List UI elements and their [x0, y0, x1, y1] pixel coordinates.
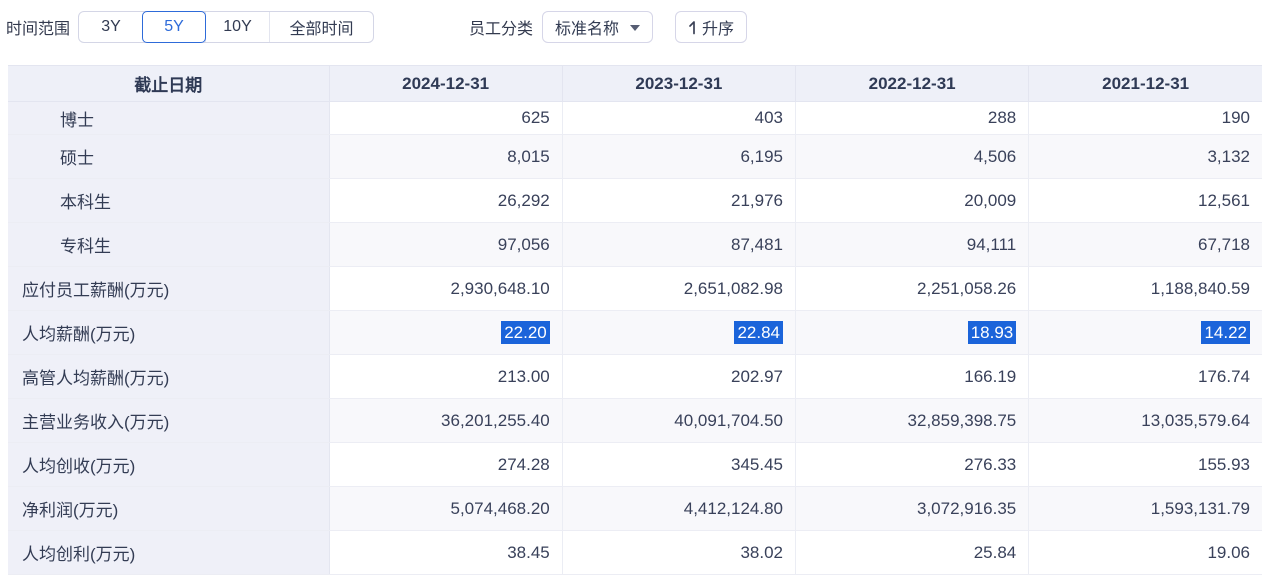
row-label: 应付员工薪酬(万元) [8, 267, 329, 311]
table-row[interactable]: 人均创利(万元)38.4538.0225.8419.06 [8, 531, 1262, 575]
employee-data-table: 截止日期 2024-12-31 2023-12-31 2022-12-31 20… [8, 65, 1262, 575]
cell-value: 288 [796, 102, 1029, 135]
cell-value: 2,251,058.26 [796, 267, 1029, 311]
time-range-5y-button[interactable]: 5Y [142, 11, 206, 43]
cell-value: 8,015 [329, 135, 562, 179]
sort-ascending-label: 升序 [702, 15, 734, 39]
highlighted-value: 22.20 [501, 321, 550, 344]
time-range-3y-button[interactable]: 3Y [79, 12, 143, 42]
cell-value: 22.20 [329, 311, 562, 355]
cell-value: 87,481 [562, 223, 795, 267]
table-header-row: 截止日期 2024-12-31 2023-12-31 2022-12-31 20… [8, 66, 1262, 102]
highlighted-value: 22.84 [734, 321, 783, 344]
table-body: 博士625403288190硕士8,0156,1954,5063,132本科生2… [8, 102, 1262, 575]
cell-value: 4,506 [796, 135, 1029, 179]
time-range-all-button[interactable]: 全部时间 [269, 12, 373, 42]
cell-value: 40,091,704.50 [562, 399, 795, 443]
time-range-segmented-control: 3Y 5Y 10Y 全部时间 [78, 11, 374, 43]
cell-value: 190 [1029, 102, 1262, 135]
cell-value: 36,201,255.40 [329, 399, 562, 443]
column-header-2024[interactable]: 2024-12-31 [329, 66, 562, 102]
table-row[interactable]: 人均薪酬(万元) 22.20 22.84 18.93 14.22 [8, 311, 1262, 355]
table-row[interactable]: 净利润(万元)5,074,468.204,412,124.803,072,916… [8, 487, 1262, 531]
table-row[interactable]: 博士625403288190 [8, 102, 1262, 135]
column-header-end-date[interactable]: 截止日期 [8, 66, 329, 102]
row-label: 主营业务收入(万元) [8, 399, 329, 443]
table-row[interactable]: 专科生97,05687,48194,11167,718 [8, 223, 1262, 267]
cell-value: 94,111 [796, 223, 1029, 267]
cell-value: 67,718 [1029, 223, 1262, 267]
cell-value: 403 [562, 102, 795, 135]
row-label: 专科生 [8, 223, 329, 267]
table-row[interactable]: 本科生26,29221,97620,00912,561 [8, 179, 1262, 223]
cell-value: 276.33 [796, 443, 1029, 487]
table-row[interactable]: 硕士8,0156,1954,5063,132 [8, 135, 1262, 179]
cell-value: 166.19 [796, 355, 1029, 399]
cell-value: 4,412,124.80 [562, 487, 795, 531]
cell-value: 6,195 [562, 135, 795, 179]
row-label: 本科生 [8, 179, 329, 223]
cell-value: 13,035,579.64 [1029, 399, 1262, 443]
time-range-label: 时间范围 [6, 15, 70, 39]
cell-value: 2,651,082.98 [562, 267, 795, 311]
row-label: 硕士 [8, 135, 329, 179]
table-row[interactable]: 高管人均薪酬(万元)213.00202.97166.19176.74 [8, 355, 1262, 399]
cell-value: 22.84 [562, 311, 795, 355]
employee-classification-label: 员工分类 [469, 15, 533, 39]
cell-value: 1,188,840.59 [1029, 267, 1262, 311]
row-label: 博士 [8, 102, 329, 135]
classification-dropdown[interactable]: 标准名称 [542, 11, 653, 43]
cell-value: 32,859,398.75 [796, 399, 1029, 443]
table-row[interactable]: 主营业务收入(万元)36,201,255.4040,091,704.5032,8… [8, 399, 1262, 443]
chevron-down-icon [630, 25, 640, 31]
cell-value: 97,056 [329, 223, 562, 267]
cell-value: 21,976 [562, 179, 795, 223]
cell-value: 176.74 [1029, 355, 1262, 399]
row-label: 净利润(万元) [8, 487, 329, 531]
classification-dropdown-value: 标准名称 [555, 15, 619, 39]
cell-value: 274.28 [329, 443, 562, 487]
table-row[interactable]: 应付员工薪酬(万元)2,930,648.102,651,082.982,251,… [8, 267, 1262, 311]
column-header-2022[interactable]: 2022-12-31 [796, 66, 1029, 102]
sort-ascending-button[interactable]: 升序 [675, 11, 747, 43]
row-label: 人均创利(万元) [8, 531, 329, 575]
row-label: 人均薪酬(万元) [8, 311, 329, 355]
cell-value: 20,009 [796, 179, 1029, 223]
cell-value: 625 [329, 102, 562, 135]
toolbar: 时间范围 3Y 5Y 10Y 全部时间 员工分类 标准名称 升序 [0, 0, 1269, 44]
column-header-2021[interactable]: 2021-12-31 [1029, 66, 1262, 102]
column-header-2023[interactable]: 2023-12-31 [562, 66, 795, 102]
cell-value: 18.93 [796, 311, 1029, 355]
employee-data-table-container: 截止日期 2024-12-31 2023-12-31 2022-12-31 20… [8, 65, 1262, 575]
cell-value: 38.45 [329, 531, 562, 575]
time-range-10y-button[interactable]: 10Y [205, 12, 269, 42]
cell-value: 2,930,648.10 [329, 267, 562, 311]
cell-value: 12,561 [1029, 179, 1262, 223]
highlighted-value: 14.22 [1201, 321, 1250, 344]
cell-value: 19.06 [1029, 531, 1262, 575]
row-label: 人均创收(万元) [8, 443, 329, 487]
cell-value: 14.22 [1029, 311, 1262, 355]
row-label: 高管人均薪酬(万元) [8, 355, 329, 399]
cell-value: 213.00 [329, 355, 562, 399]
cell-value: 202.97 [562, 355, 795, 399]
cell-value: 1,593,131.79 [1029, 487, 1262, 531]
cell-value: 26,292 [329, 179, 562, 223]
cell-value: 5,074,468.20 [329, 487, 562, 531]
highlighted-value: 18.93 [968, 321, 1017, 344]
cell-value: 345.45 [562, 443, 795, 487]
cell-value: 155.93 [1029, 443, 1262, 487]
cell-value: 38.02 [562, 531, 795, 575]
table-row[interactable]: 人均创收(万元)274.28345.45276.33155.93 [8, 443, 1262, 487]
cell-value: 3,132 [1029, 135, 1262, 179]
arrow-up-icon [688, 20, 699, 35]
cell-value: 3,072,916.35 [796, 487, 1029, 531]
cell-value: 25.84 [796, 531, 1029, 575]
